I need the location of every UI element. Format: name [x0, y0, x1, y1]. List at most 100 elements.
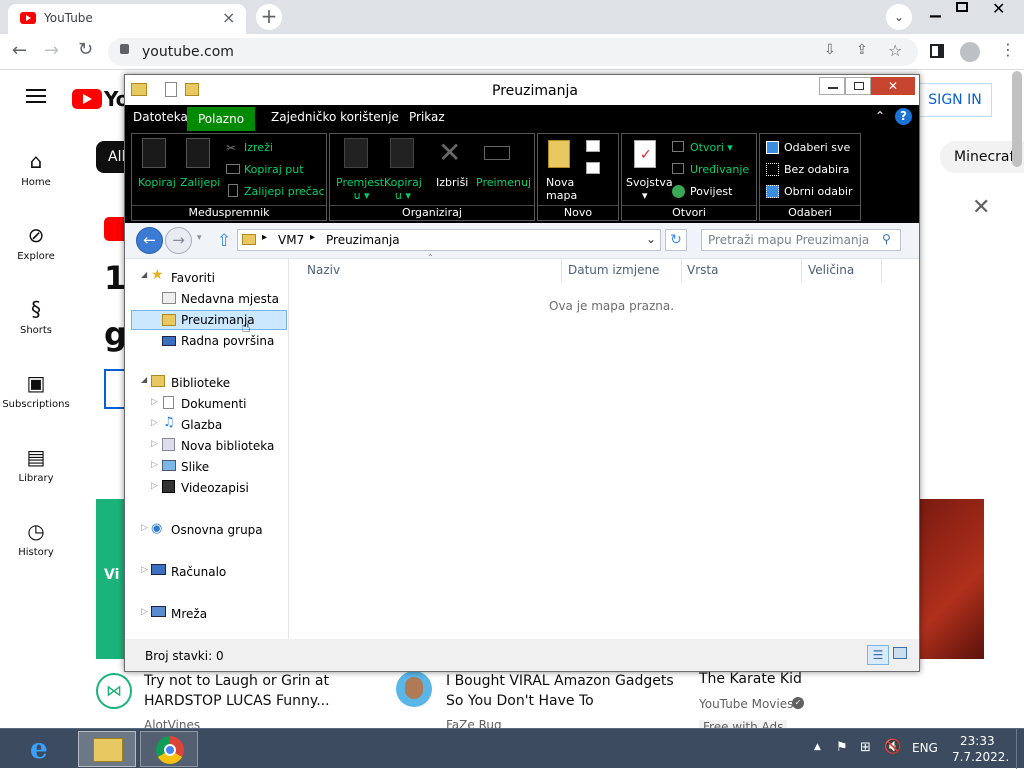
show-desktop-button[interactable]: [1016, 729, 1024, 769]
column-type[interactable]: Vrsta: [687, 263, 718, 277]
column-size[interactable]: Veličina: [808, 263, 854, 277]
action-center-icon[interactable]: ⚑: [836, 740, 848, 755]
column-name[interactable]: Naziv: [307, 263, 340, 277]
tree-pictures[interactable]: Slike: [181, 460, 209, 474]
video-channel-3[interactable]: YouTube Movies: [699, 697, 793, 711]
address-bar[interactable]: youtube.com ⇩ ⇪ ☆: [108, 38, 918, 66]
select-all-button[interactable]: Odaberi sve: [784, 141, 850, 154]
expand-homegroup-icon[interactable]: ▷: [141, 523, 148, 533]
new-folder-button[interactable]: Nova mapa: [546, 176, 577, 202]
tree-homegroup[interactable]: Osnovna grupa: [171, 523, 263, 537]
video-channel-2[interactable]: FaZe Rug: [446, 718, 502, 728]
explorer-titlebar[interactable]: Preuzimanja ✕: [125, 75, 919, 105]
expand-favorites-icon[interactable]: ◢: [141, 270, 147, 279]
tree-documents[interactable]: Dokumenti: [181, 397, 246, 411]
back-arrow-icon[interactable]: ←: [136, 227, 163, 254]
video-channel-1[interactable]: AlotVines: [144, 718, 200, 728]
youtube-logo[interactable]: [72, 89, 102, 109]
edit-button[interactable]: Uređivanje: [690, 163, 749, 176]
paste-button[interactable]: Zalijepi: [180, 176, 220, 189]
search-icon[interactable]: ⚲: [882, 232, 891, 246]
tree-videos[interactable]: Videozapisi: [181, 481, 249, 495]
copy-to-button[interactable]: Kopiraj u ▾: [384, 176, 422, 202]
expand-music-icon[interactable]: ▷: [151, 418, 158, 428]
tab-share[interactable]: Zajedničko korištenje: [271, 110, 399, 124]
details-view-icon[interactable]: ☰: [867, 645, 889, 665]
install-icon[interactable]: ⇩: [824, 42, 836, 58]
address-dropdown-icon[interactable]: ⌄: [646, 232, 656, 246]
up-arrow-icon[interactable]: ⇧: [217, 231, 231, 251]
tree-libraries[interactable]: Biblioteke: [171, 376, 230, 390]
tree-favorites[interactable]: Favoriti: [171, 271, 215, 285]
help-icon[interactable]: ?: [895, 108, 912, 125]
copy-button[interactable]: Kopiraj: [138, 176, 176, 189]
paste-shortcut-button[interactable]: Zalijepi prečac: [244, 185, 325, 198]
tree-network[interactable]: Mreža: [171, 607, 207, 621]
taskbar-chrome-button[interactable]: [140, 731, 198, 767]
new-item-icon[interactable]: [586, 140, 600, 152]
nav-subscriptions[interactable]: ▣ Subscriptions: [0, 371, 72, 410]
language-indicator[interactable]: ENG: [912, 741, 938, 755]
rename-button[interactable]: Preimenuj: [476, 176, 531, 189]
expand-computer-icon[interactable]: ▷: [141, 565, 148, 575]
profile-avatar[interactable]: [960, 42, 980, 62]
nav-home[interactable]: ⌂ Home: [0, 149, 72, 188]
tree-new-library[interactable]: Nova biblioteka: [181, 439, 274, 453]
tree-music[interactable]: Glazba: [181, 418, 222, 432]
tree-computer[interactable]: Računalo: [171, 565, 226, 579]
video-thumbnail-3[interactable]: [918, 499, 984, 659]
menu-dots-icon[interactable]: ⋮: [1000, 40, 1016, 59]
tray-expand-icon[interactable]: ▲: [814, 742, 821, 752]
minimize-icon[interactable]: ▁: [930, 2, 941, 18]
tab-datoteka[interactable]: Datoteka: [133, 110, 188, 124]
new-tab-button[interactable]: +: [256, 4, 282, 30]
side-panel-icon[interactable]: [930, 44, 944, 58]
reload-icon[interactable]: ↻: [78, 39, 93, 60]
nav-library[interactable]: ▤ Library: [0, 445, 72, 484]
copy-path-button[interactable]: Kopiraj put: [244, 163, 304, 176]
history-dropdown-icon[interactable]: ▾: [197, 233, 202, 243]
breadcrumb-root[interactable]: VM7: [278, 233, 304, 247]
expand-network-icon[interactable]: ▷: [141, 607, 148, 617]
taskbar-explorer-button[interactable]: [78, 731, 136, 767]
select-none-button[interactable]: Bez odabira: [784, 163, 849, 176]
refresh-icon[interactable]: ↻: [665, 229, 687, 251]
large-icons-view-icon[interactable]: [893, 647, 907, 659]
easy-access-icon[interactable]: [586, 162, 600, 174]
close-window-icon[interactable]: ✕: [992, 0, 1005, 18]
browser-tab[interactable]: YouTube ×: [8, 4, 246, 34]
forward-icon[interactable]: →: [44, 40, 59, 61]
expand-pictures-icon[interactable]: ▷: [151, 460, 158, 470]
column-date[interactable]: Datum izmjene: [568, 263, 659, 277]
hamburger-icon[interactable]: [26, 89, 46, 103]
volume-muted-icon[interactable]: 🔇: [884, 739, 901, 755]
back-icon[interactable]: ←: [12, 40, 27, 61]
delete-button[interactable]: Izbriši: [436, 176, 468, 189]
video-title-2[interactable]: I Bought VIRAL Amazon Gadgets So You Don'…: [446, 671, 686, 711]
search-box[interactable]: Pretraži mapu Preuzimanja ⚲: [701, 229, 901, 251]
invert-selection-button[interactable]: Obrni odabir: [784, 185, 853, 198]
breadcrumb-current[interactable]: Preuzimanja: [326, 233, 400, 247]
expand-new-library-icon[interactable]: ▷: [151, 439, 158, 449]
clock-time[interactable]: 23:33: [960, 734, 995, 748]
breadcrumb[interactable]: ▸ VM7 ▸ Preuzimanja ⌄: [237, 229, 661, 251]
nav-shorts[interactable]: § Shorts: [0, 297, 72, 336]
qat-new-folder-icon[interactable]: [185, 83, 199, 96]
channel-avatar-1[interactable]: ⋈: [96, 673, 132, 709]
collapse-ribbon-icon[interactable]: ⌃: [875, 109, 885, 123]
cut-button[interactable]: Izreži: [244, 141, 273, 154]
bookmark-star-icon[interactable]: ☆: [888, 41, 902, 60]
expand-documents-icon[interactable]: ▷: [151, 397, 158, 407]
move-to-button[interactable]: Premjesti u ▾: [336, 176, 387, 202]
network-tray-icon[interactable]: ⊞: [860, 740, 871, 755]
tree-desktop[interactable]: Radna površina: [181, 334, 274, 348]
video-title-1[interactable]: Try not to Laugh or Grin at HARDSTOP LUCA…: [144, 671, 384, 711]
explorer-minimize-icon[interactable]: [819, 77, 845, 95]
tab-close-icon[interactable]: ×: [222, 8, 235, 27]
internet-explorer-icon[interactable]: e: [30, 732, 48, 765]
nav-explore[interactable]: ⊘ Explore: [0, 223, 72, 262]
tab-polazno[interactable]: Polazno: [187, 107, 255, 131]
video-thumbnail-1[interactable]: Vi: [96, 499, 126, 659]
share-icon[interactable]: ⇪: [856, 42, 868, 58]
expand-videos-icon[interactable]: ▷: [151, 481, 158, 491]
